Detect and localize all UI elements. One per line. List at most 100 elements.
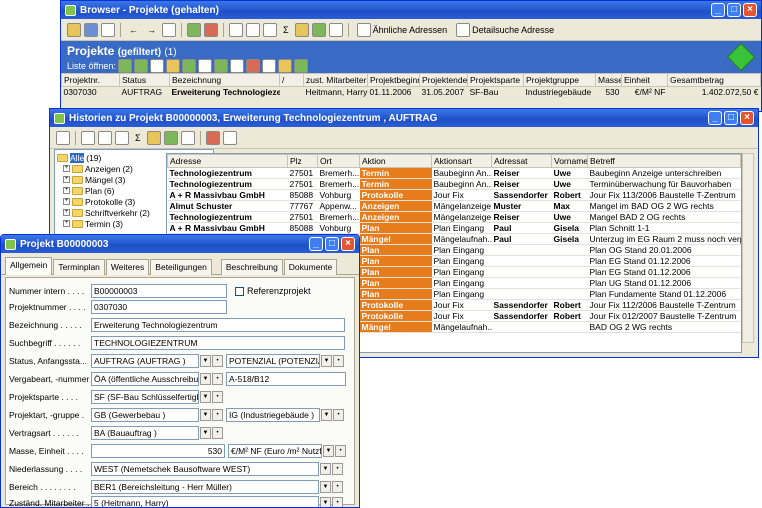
sum-icon[interactable]: Σ xyxy=(132,133,144,143)
expand-icon[interactable]: + xyxy=(63,187,70,194)
column-header[interactable]: Vorname xyxy=(551,154,588,168)
lookup-icon[interactable]: • xyxy=(212,409,223,421)
expand-icon[interactable]: + xyxy=(63,198,70,205)
close-button[interactable]: × xyxy=(743,3,757,17)
maximize-button[interactable]: □ xyxy=(325,237,339,251)
lookup-icon[interactable]: • xyxy=(212,427,223,439)
histories-titlebar[interactable]: Historien zu Projekt B00000003, Erweiter… xyxy=(50,109,758,127)
list-icon[interactable] xyxy=(165,59,180,73)
lookup-icon[interactable]: • xyxy=(332,481,343,493)
table-row[interactable]: 0307030AUFTRAGErweiterung Technologiezen… xyxy=(61,86,761,98)
nummer-intern-field[interactable]: B00000003 xyxy=(91,284,227,298)
group-icon[interactable] xyxy=(328,22,343,37)
browser-titlebar[interactable]: Browser - Projekte (gehalten) xyxy=(61,1,761,19)
lookup-icon[interactable]: • xyxy=(333,355,344,367)
tab-allgemein[interactable]: Allgemein xyxy=(5,257,53,275)
mitarbeiter-field[interactable]: 5 (Heitmann, Harry) xyxy=(91,496,319,507)
maximize-button[interactable]: □ xyxy=(724,111,738,125)
table-row[interactable]: Almut Schuster 77767 Appenw... Anzeigen Mäng… xyxy=(167,200,741,212)
view-icon[interactable] xyxy=(229,22,243,37)
dropdown-icon[interactable]: ▼ xyxy=(320,481,331,493)
list-icon[interactable] xyxy=(245,59,260,73)
open-icon[interactable] xyxy=(67,22,81,37)
stats-icon[interactable] xyxy=(163,130,178,145)
tab-weiteres[interactable]: Weiteres xyxy=(105,259,150,275)
dropdown-icon[interactable]: ▼ xyxy=(200,391,211,403)
maximize-button[interactable]: □ xyxy=(727,3,741,17)
sort-icon[interactable] xyxy=(146,130,161,145)
table-row[interactable]: A + R Massivbau GmbH 85088 Vohburg Plan Plan… xyxy=(167,222,741,234)
list-icon[interactable] xyxy=(277,59,292,73)
tab-terminplan[interactable]: Terminplan xyxy=(53,259,105,275)
column-header[interactable]: Betreff xyxy=(587,154,741,168)
suchbegriff-field[interactable]: TECHNOLOGIEZENTRUM xyxy=(91,336,345,350)
column-header[interactable]: Aktionsart xyxy=(431,154,492,168)
column-header[interactable]: Gesamtbetrag xyxy=(667,73,761,87)
vertical-scrollbar[interactable] xyxy=(742,153,754,343)
dropdown-icon[interactable]: ▼ xyxy=(200,373,211,385)
expand-icon[interactable]: + xyxy=(63,209,70,216)
back-button[interactable]: ← xyxy=(126,25,141,35)
dropdown-icon[interactable]: ▼ xyxy=(200,409,211,421)
projektnummer-field[interactable]: 0307030 xyxy=(91,300,227,314)
column-header[interactable]: Projektsparte xyxy=(467,73,524,87)
column-header[interactable]: Adressat xyxy=(491,154,552,168)
column-header[interactable]: Projektbeginn xyxy=(367,73,420,87)
bezeichnung-field[interactable]: Erweiterung Technologiezentrum xyxy=(91,318,345,332)
minimize-button[interactable]: _ xyxy=(711,3,725,17)
dropdown-icon[interactable]: ▼ xyxy=(321,355,332,367)
new-icon[interactable] xyxy=(187,22,201,37)
expand-icon[interactable]: + xyxy=(63,220,70,227)
dropdown-icon[interactable]: ▼ xyxy=(200,355,211,367)
vergabenummer-field[interactable]: A-518/B12 xyxy=(226,372,346,386)
column-header[interactable]: Bezeichnung xyxy=(169,73,280,87)
sort-icon[interactable] xyxy=(294,22,309,37)
settings-icon[interactable] xyxy=(205,130,220,145)
expand-icon[interactable]: + xyxy=(63,176,70,183)
einheit-field[interactable]: €/M² NF (Euro /m² Nutzfl.) xyxy=(228,444,322,458)
tab-dokumente[interactable]: Dokumente xyxy=(283,259,338,275)
column-header[interactable]: Adresse xyxy=(167,154,288,168)
column-header[interactable]: Projektgruppe xyxy=(523,73,596,87)
project-titlebar[interactable]: Projekt B00000003 xyxy=(1,235,359,253)
home-icon[interactable] xyxy=(84,22,98,37)
column-header[interactable]: zust. Mitarbeiter xyxy=(303,73,368,87)
column-header[interactable]: Plz xyxy=(287,154,318,168)
list-icon[interactable] xyxy=(181,59,196,73)
column-header[interactable]: Masse xyxy=(595,73,622,87)
lookup-icon[interactable]: • xyxy=(332,497,343,507)
table-row[interactable]: Technologiezentrum 27501 Bremerh... Termin B… xyxy=(167,178,741,190)
list-icon[interactable] xyxy=(133,59,148,73)
anfangsstatus-field[interactable]: POTENZIAL (POTENZIAL ) xyxy=(226,354,320,368)
close-button[interactable]: × xyxy=(740,111,754,125)
minimize-button[interactable]: _ xyxy=(309,237,323,251)
stats-icon[interactable] xyxy=(311,22,326,37)
projektart-field[interactable]: GB (Gewerbebau ) xyxy=(91,408,199,422)
detail-search-button[interactable]: Detailsuche Adresse xyxy=(453,22,557,37)
table-row[interactable]: Technologiezentrum 27501 Bremerh... Anzeige… xyxy=(167,211,741,223)
table-row[interactable]: A + R Massivbau GmbH 85088 Vohburg Protokol… xyxy=(167,189,741,201)
lookup-icon[interactable]: • xyxy=(332,463,343,475)
view-icon[interactable] xyxy=(56,130,70,145)
group-icon[interactable] xyxy=(180,130,195,145)
tab-beschreibung[interactable]: Beschreibung xyxy=(220,259,283,275)
dropdown-icon[interactable]: ▼ xyxy=(321,409,332,421)
column-header[interactable]: Status xyxy=(119,73,170,87)
minimize-button[interactable]: _ xyxy=(708,111,722,125)
dropdown-icon[interactable]: ▼ xyxy=(320,463,331,475)
list-icon[interactable] xyxy=(293,59,308,73)
tab-beteiligungen[interactable]: Beteiligungen xyxy=(150,259,212,275)
delete-icon[interactable] xyxy=(204,22,218,37)
lookup-icon[interactable]: • xyxy=(333,409,344,421)
lookup-icon[interactable]: • xyxy=(212,355,223,367)
masse-field[interactable]: 530 xyxy=(91,444,225,458)
list-icon[interactable] xyxy=(229,59,244,73)
projektsparte-field[interactable]: SF (SF-Bau Schlüsselfertigbau) xyxy=(91,390,199,404)
layout-icon[interactable] xyxy=(98,130,112,145)
close-button[interactable]: × xyxy=(341,237,355,251)
table-row[interactable]: Technologiezentrum 27501 Bremerh... Termin B… xyxy=(167,167,741,179)
layout-icon[interactable] xyxy=(81,130,95,145)
status-field[interactable]: AUFTRAG (AUFTRAG ) xyxy=(91,354,199,368)
layout-icon[interactable] xyxy=(246,22,260,37)
vergabeart-field[interactable]: ÖA (öffentliche Ausschreibung ) xyxy=(91,372,199,386)
